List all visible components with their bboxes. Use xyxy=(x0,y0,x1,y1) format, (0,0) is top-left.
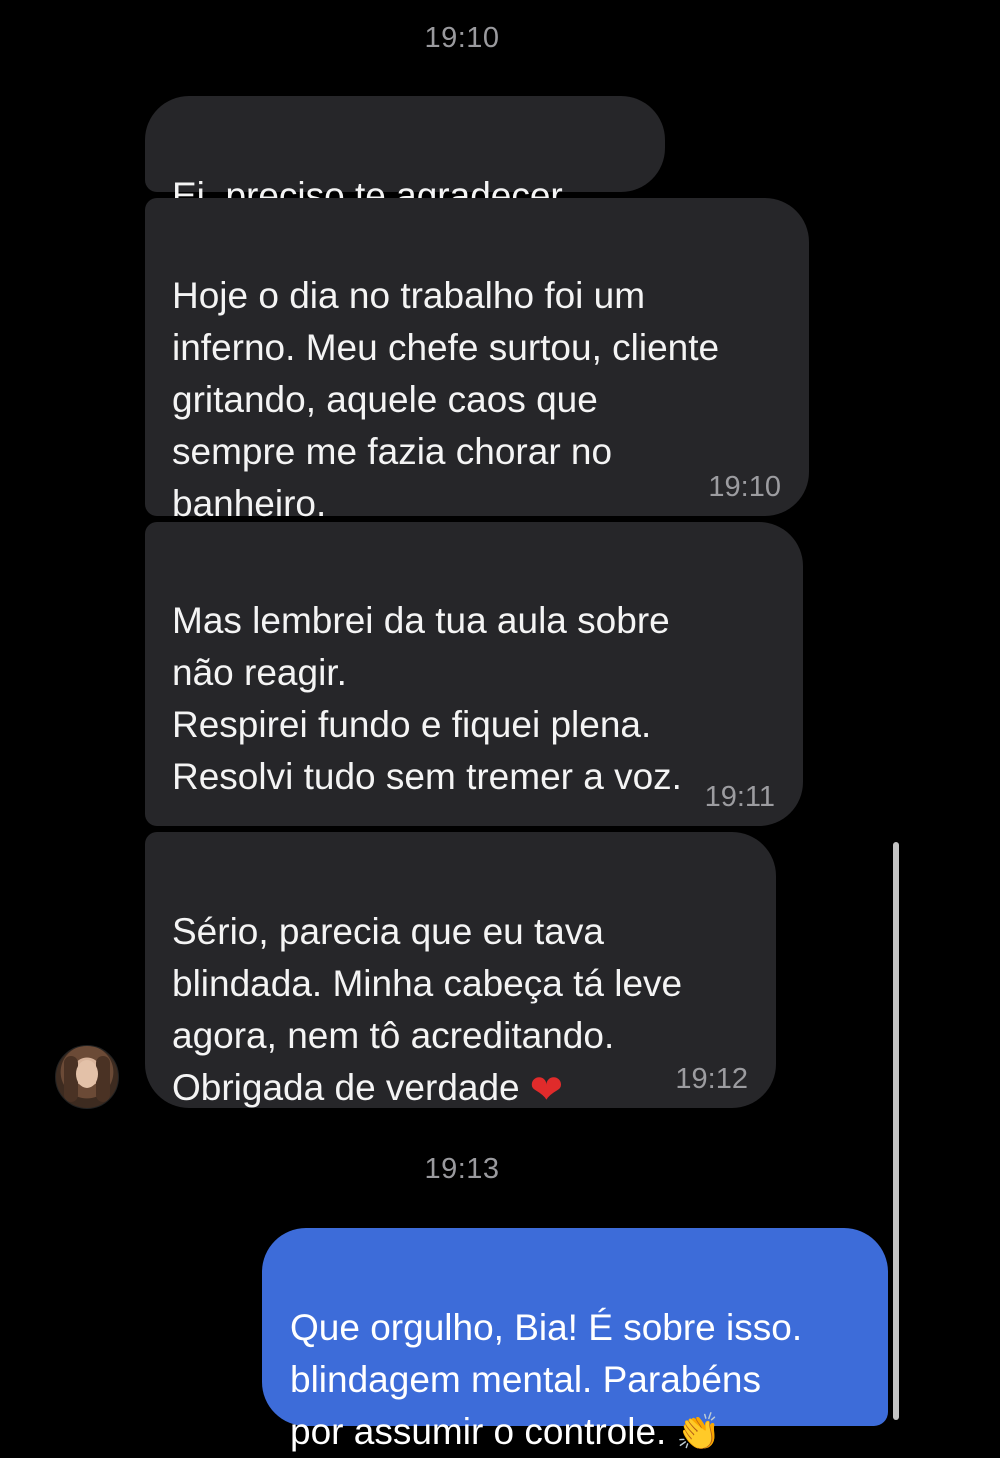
incoming-message-bubble[interactable]: Hoje o dia no trabalho foi um inferno. M… xyxy=(145,198,809,524)
outgoing-message-bubble[interactable]: Que orgulho, Bia! É sobre isso. blindage… xyxy=(262,1228,888,1452)
red-heart-emoji-icon: ❤ xyxy=(529,1068,564,1112)
message-text: Sério, parecia que eu tava blindada. Min… xyxy=(172,906,749,1114)
time-separator: 19:10 xyxy=(424,22,500,54)
incoming-message-bubble[interactable]: Mas lembrei da tua aula sobre não reagir… xyxy=(145,522,803,826)
message-text: Hoje o dia no trabalho foi um inferno. M… xyxy=(172,275,720,524)
incoming-message-bubble[interactable]: Ei, preciso te agradecer... xyxy=(145,96,665,216)
message-time: 19:10 xyxy=(708,471,781,503)
time-separator: 19:13 xyxy=(424,1153,500,1185)
incoming-message-bubble[interactable]: Sério, parecia que eu tava blindada. Min… xyxy=(145,832,776,1110)
message-text: Que orgulho, Bia! É sobre isso. blindage… xyxy=(290,1307,803,1452)
avatar-hair xyxy=(96,1056,110,1102)
avatar-face xyxy=(76,1060,98,1088)
message-time: 19:11 xyxy=(704,781,775,813)
message-time: 19:12 xyxy=(675,1063,748,1095)
contact-avatar[interactable] xyxy=(55,1045,119,1109)
message-text: Mas lembrei da tua aula sobre não reagir… xyxy=(172,600,682,797)
clapping-hands-emoji-icon: 👏 xyxy=(676,1411,722,1452)
message-text-content: Sério, parecia que eu tava blindada. Min… xyxy=(172,911,683,1108)
scrollbar[interactable] xyxy=(893,842,899,1420)
